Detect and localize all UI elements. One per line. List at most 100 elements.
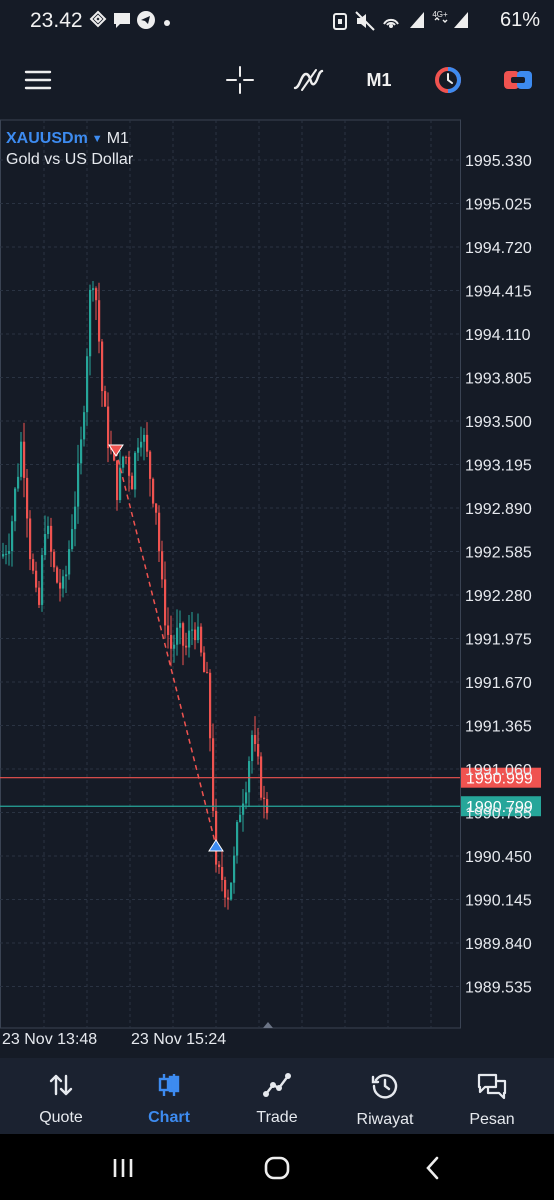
candle-body bbox=[62, 576, 65, 589]
alarm-icon bbox=[330, 10, 350, 37]
candle-body bbox=[47, 525, 50, 535]
candle-body bbox=[17, 476, 20, 489]
candle-body bbox=[158, 512, 161, 552]
candle-body bbox=[41, 555, 44, 605]
status-time: 23.42 bbox=[30, 9, 83, 32]
signal-icon-2 bbox=[452, 10, 470, 35]
candle-body bbox=[200, 626, 203, 653]
candle-body bbox=[77, 463, 80, 507]
trade-icon[interactable] bbox=[496, 60, 540, 100]
candle-body bbox=[44, 534, 47, 556]
mute-icon bbox=[354, 10, 376, 37]
screen: 23.42 4G+ 61% M1 1990.999 1990.799 1995.… bbox=[0, 0, 554, 1200]
candle-body bbox=[260, 756, 263, 798]
home-icon[interactable] bbox=[257, 1152, 297, 1184]
price-axis-label: 1994.415 bbox=[465, 284, 532, 301]
candle-body bbox=[245, 792, 248, 804]
nav-history[interactable]: Riwayat bbox=[335, 1058, 435, 1134]
candle-body bbox=[206, 672, 209, 674]
nav-chart[interactable]: Chart bbox=[119, 1058, 219, 1134]
price-axis-label: 1990.450 bbox=[465, 849, 532, 866]
price-axis-label: 1989.840 bbox=[465, 936, 532, 953]
nav-trade[interactable]: Trade bbox=[227, 1058, 327, 1134]
symbol-dropdown-icon[interactable]: ▼ bbox=[92, 133, 103, 145]
candle-body bbox=[101, 341, 104, 392]
candle-body bbox=[152, 478, 155, 504]
candle-body bbox=[89, 289, 92, 357]
network-4g-icon: 4G+ bbox=[428, 8, 452, 37]
bottom-navigation: Quote Chart Trade Riwayat Pesan bbox=[0, 1058, 554, 1134]
nav-messages-label: Pesan bbox=[469, 1111, 515, 1128]
candle-body bbox=[74, 506, 77, 530]
candle-body bbox=[185, 645, 188, 648]
candle-body bbox=[233, 855, 236, 883]
chart-canvas[interactable]: 1990.9991990.799 1995.3301995.0251994.72… bbox=[0, 118, 554, 1030]
telegram-icon bbox=[136, 10, 156, 35]
history-icon bbox=[371, 1072, 399, 1105]
candle-body bbox=[218, 864, 221, 868]
candle-body bbox=[140, 441, 143, 448]
candle-body bbox=[128, 457, 131, 476]
one-click-trading-icon[interactable] bbox=[426, 60, 470, 100]
price-axis-label: 1991.365 bbox=[465, 719, 532, 736]
candle-body bbox=[257, 744, 260, 757]
quotes-icon bbox=[48, 1072, 74, 1103]
candle-body bbox=[20, 441, 23, 477]
candle-body bbox=[71, 529, 74, 550]
candle-body bbox=[161, 551, 164, 580]
candle-body bbox=[50, 525, 53, 552]
price-axis-label: 1993.500 bbox=[465, 414, 532, 431]
dot-icon bbox=[163, 14, 171, 32]
nav-history-label: Riwayat bbox=[356, 1111, 414, 1128]
candle-body bbox=[179, 623, 182, 628]
nav-messages[interactable]: Pesan bbox=[442, 1058, 542, 1134]
candle-body bbox=[32, 559, 35, 571]
price-axis-label: 1994.110 bbox=[465, 327, 531, 344]
trade-nav-icon bbox=[263, 1072, 291, 1103]
symbol-description: Gold vs US Dollar bbox=[6, 151, 134, 168]
price-axis-label: 1995.025 bbox=[465, 197, 532, 214]
indicators-icon[interactable] bbox=[286, 60, 330, 100]
system-navigation-bar bbox=[0, 1134, 554, 1200]
candle-body bbox=[14, 488, 17, 522]
candle-body bbox=[2, 554, 5, 557]
candle-body bbox=[188, 630, 191, 648]
nav-quote[interactable]: Quote bbox=[11, 1058, 111, 1134]
candle-body bbox=[104, 391, 107, 407]
candle-body bbox=[254, 735, 257, 745]
candle-body bbox=[164, 579, 167, 626]
price-chart[interactable]: 1990.999 1990.799 1995.330 1995.025 1994.72… bbox=[0, 118, 554, 1030]
back-icon[interactable] bbox=[413, 1152, 453, 1184]
candle-body bbox=[38, 587, 41, 605]
candle-body bbox=[173, 644, 176, 649]
candle-body bbox=[149, 451, 152, 479]
candle-body bbox=[236, 822, 239, 856]
price-axis-label: 1992.890 bbox=[465, 501, 532, 518]
chart-timeframe: M1 bbox=[106, 130, 129, 147]
price-axis-label: 1990.145 bbox=[465, 893, 532, 910]
crosshair-icon[interactable] bbox=[218, 60, 262, 100]
candle-body bbox=[191, 629, 194, 631]
symbol-name[interactable]: XAUUSDm bbox=[6, 130, 88, 148]
timeframe-button[interactable]: M1 bbox=[356, 60, 402, 100]
candle-body bbox=[95, 288, 98, 301]
candle-body bbox=[203, 652, 206, 673]
hotspot-icon bbox=[380, 10, 402, 37]
candle-body bbox=[107, 406, 110, 449]
nav-chart-label: Chart bbox=[148, 1109, 190, 1126]
time-label-2: 23 Nov 15:24 bbox=[131, 1031, 227, 1048]
candle-body bbox=[116, 460, 119, 501]
time-label-1: 23 Nov 13:48 bbox=[2, 1031, 98, 1048]
menu-icon[interactable] bbox=[16, 60, 60, 100]
recent-apps-icon[interactable] bbox=[103, 1152, 143, 1184]
candle-body bbox=[170, 634, 173, 649]
candle-body bbox=[230, 882, 233, 900]
candle-body bbox=[56, 567, 59, 583]
binance-icon bbox=[88, 10, 108, 37]
candle-body bbox=[176, 627, 179, 645]
candle-body bbox=[26, 477, 29, 519]
status-bar: 23.42 4G+ 61% bbox=[0, 0, 554, 44]
candle-body bbox=[242, 803, 245, 815]
candle-body bbox=[35, 570, 38, 588]
chart-header: XAUUSDm ▼ M1 Gold vs US Dollar bbox=[6, 130, 133, 169]
